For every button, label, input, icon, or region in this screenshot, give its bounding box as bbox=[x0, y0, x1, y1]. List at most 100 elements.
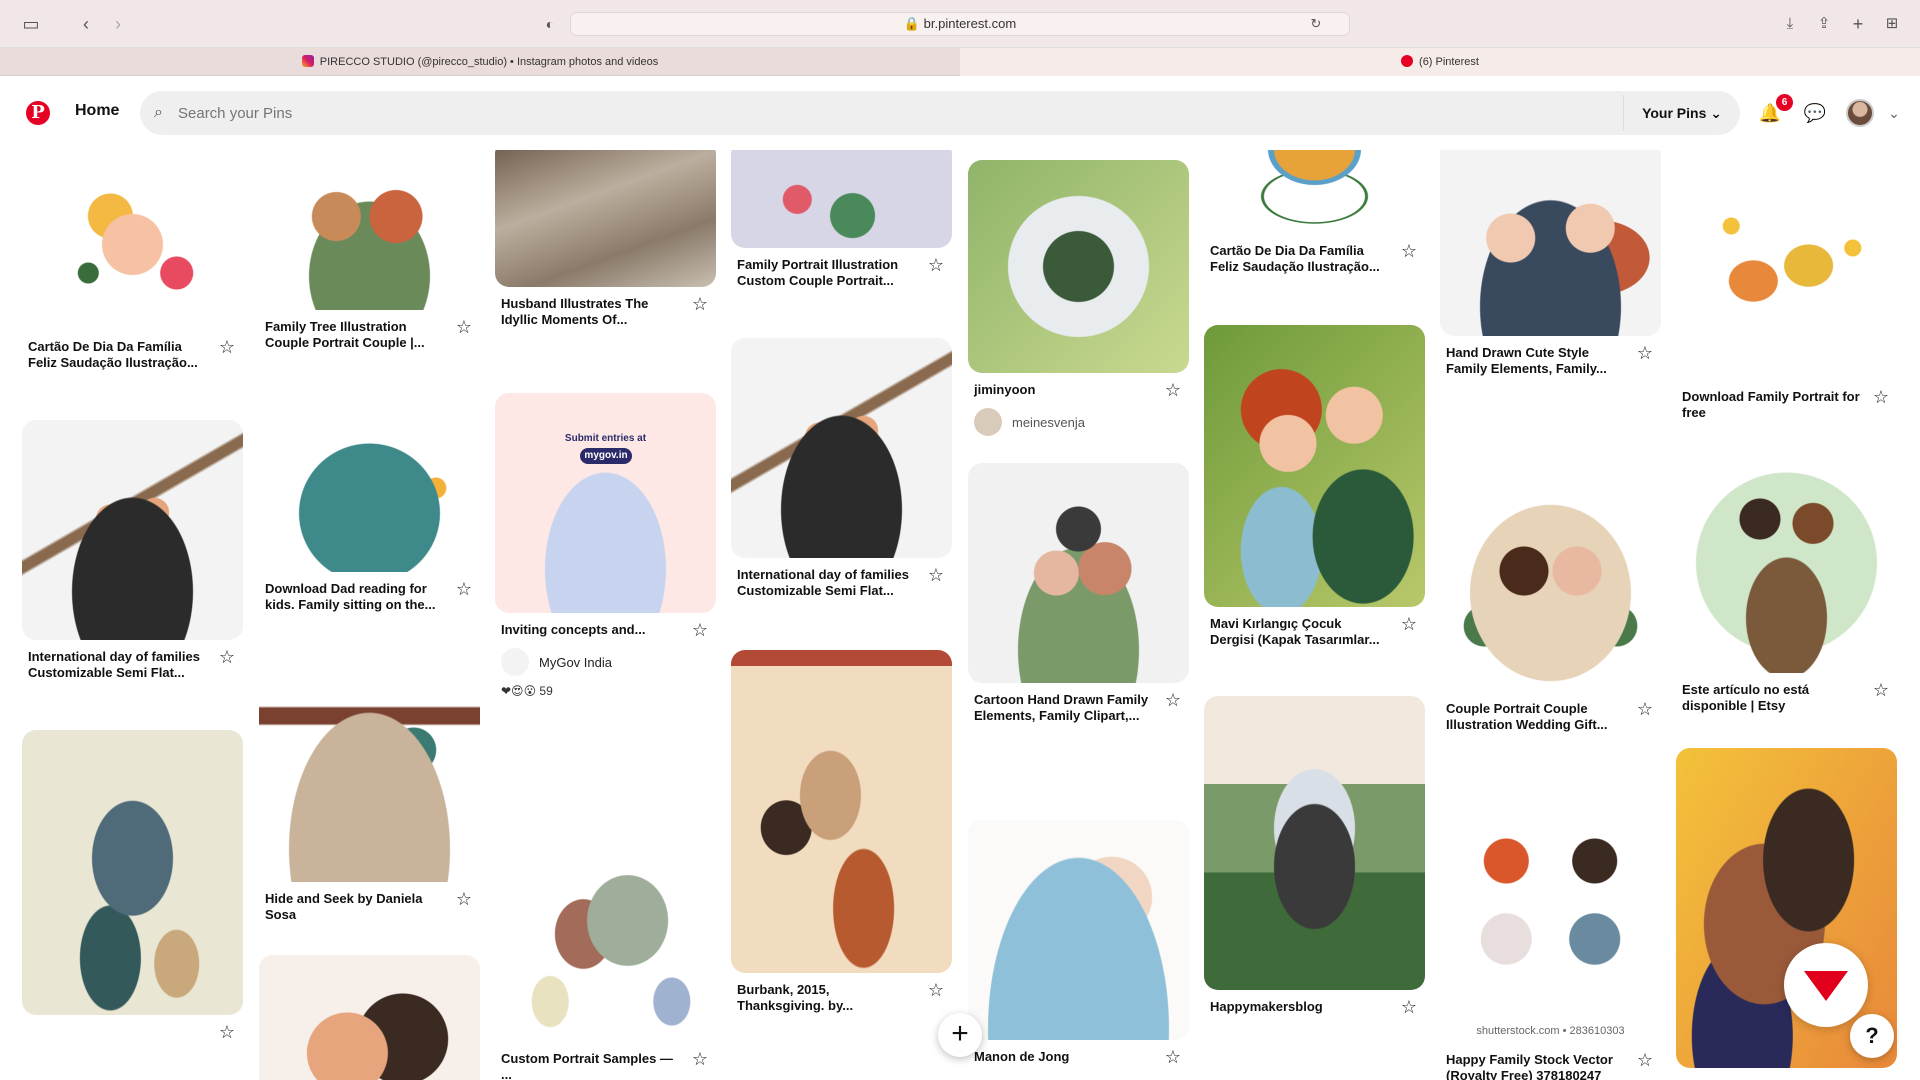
pin-title: International day of families Customizab… bbox=[737, 567, 909, 598]
address-bar[interactable]: 🔒 br.pinterest.com bbox=[570, 12, 1350, 36]
pin-image[interactable] bbox=[968, 820, 1189, 1040]
star-icon[interactable]: ☆ bbox=[928, 256, 944, 274]
pin-card[interactable] bbox=[259, 955, 480, 1080]
pin-image[interactable] bbox=[495, 150, 716, 287]
pin-image[interactable]: shutterstock.com • 283610303 bbox=[1440, 783, 1661, 1043]
pin-image[interactable] bbox=[968, 463, 1189, 683]
star-icon[interactable]: ☆ bbox=[1401, 242, 1417, 260]
pin-image[interactable] bbox=[22, 420, 243, 640]
pin-image[interactable] bbox=[1440, 150, 1661, 336]
pin-card[interactable]: Happymakersblog ☆ bbox=[1204, 696, 1425, 1016]
star-icon[interactable]: ☆ bbox=[1873, 681, 1889, 699]
pin-card[interactable]: Submit entries at mygov.in Inviting conc… bbox=[495, 393, 716, 698]
pin-image[interactable] bbox=[259, 955, 480, 1080]
pin-card[interactable]: Couple Portrait Couple Illustration Wedd… bbox=[1440, 472, 1661, 733]
pin-card[interactable]: International day of families Customizab… bbox=[22, 420, 243, 681]
pin-card[interactable]: Download Dad reading for kids. Family si… bbox=[259, 404, 480, 613]
pin-image[interactable] bbox=[259, 662, 480, 882]
tab-pinterest[interactable]: (6) Pinterest bbox=[960, 48, 1920, 76]
pin-card[interactable]: Mavi Kırlangıç Çocuk Dergisi (Kapak Tasa… bbox=[1204, 325, 1425, 648]
star-icon[interactable]: ☆ bbox=[1165, 691, 1181, 709]
pin-image[interactable] bbox=[731, 650, 952, 973]
star-icon[interactable]: ☆ bbox=[219, 648, 235, 666]
pin-source[interactable]: meinesvenja bbox=[974, 408, 1153, 436]
avatar[interactable] bbox=[1846, 99, 1874, 127]
pin-card[interactable]: Burbank, 2015, Thanksgiving. by... ☆ bbox=[731, 650, 952, 1014]
pin-image[interactable] bbox=[1676, 160, 1897, 380]
shield-icon[interactable]: ◐ bbox=[540, 12, 560, 36]
pin-card[interactable]: Este artículo no está disponible | Etsy ☆ bbox=[1676, 453, 1897, 714]
star-icon[interactable]: ☆ bbox=[1637, 700, 1653, 718]
star-icon[interactable]: ☆ bbox=[219, 1023, 235, 1041]
pin-image[interactable] bbox=[1204, 325, 1425, 607]
pin-image[interactable] bbox=[259, 404, 480, 572]
download-icon[interactable]: ⤓ bbox=[1780, 12, 1800, 36]
search-bar[interactable]: ⌕ Your Pins ⌄ bbox=[140, 91, 1740, 135]
pin-image[interactable] bbox=[731, 150, 952, 248]
pin-image[interactable] bbox=[495, 772, 716, 1042]
star-icon[interactable]: ☆ bbox=[1165, 381, 1181, 399]
pinterest-logo[interactable]: P bbox=[26, 101, 50, 125]
star-icon[interactable]: ☆ bbox=[456, 580, 472, 598]
star-icon[interactable]: ☆ bbox=[1165, 1048, 1181, 1066]
pin-card[interactable]: Hand Drawn Cute Style Family Elements, F… bbox=[1440, 150, 1661, 377]
pinterest-icon bbox=[1401, 55, 1414, 67]
pin-image[interactable] bbox=[1676, 453, 1897, 673]
star-icon[interactable]: ☆ bbox=[1401, 998, 1417, 1016]
sidebar-toggle-icon[interactable]: ▭ bbox=[18, 12, 44, 36]
pin-image[interactable] bbox=[22, 730, 243, 1015]
pin-card[interactable]: Download Family Portrait for free ☆ bbox=[1676, 160, 1897, 421]
source-avatar bbox=[501, 648, 529, 676]
pin-card[interactable]: Hide and Seek by Daniela Sosa ☆ bbox=[259, 662, 480, 923]
home-link[interactable]: Home bbox=[75, 102, 119, 120]
star-icon[interactable]: ☆ bbox=[456, 318, 472, 336]
search-input[interactable] bbox=[178, 91, 1598, 135]
overlay-logo-button[interactable] bbox=[1784, 943, 1868, 1027]
pin-source[interactable]: MyGov India bbox=[501, 648, 680, 676]
star-icon[interactable]: ☆ bbox=[219, 338, 235, 356]
pin-card[interactable]: International day of families Customizab… bbox=[731, 338, 952, 599]
back-icon[interactable]: ‹ bbox=[76, 12, 96, 36]
new-tab-icon[interactable]: + bbox=[1848, 12, 1868, 36]
help-button[interactable]: ? bbox=[1850, 1014, 1894, 1058]
tab-instagram[interactable]: PIRECCO STUDIO (@pirecco_studio) • Insta… bbox=[0, 48, 960, 76]
pin-card[interactable]: Manon de Jong ☆ bbox=[968, 820, 1189, 1066]
star-icon[interactable]: ☆ bbox=[456, 890, 472, 908]
pin-card[interactable]: Husband Illustrates The Idyllic Moments … bbox=[495, 150, 716, 328]
pin-card[interactable]: Family Portrait Illustration Custom Coup… bbox=[731, 150, 952, 289]
pin-image[interactable] bbox=[1440, 472, 1661, 692]
pin-card[interactable]: Family Tree Illustration Couple Portrait… bbox=[259, 150, 480, 351]
pin-image[interactable] bbox=[1204, 150, 1425, 234]
account-chevron-icon[interactable]: ⌄ bbox=[1882, 101, 1906, 125]
pin-card[interactable]: ☆ bbox=[22, 730, 243, 1041]
pin-image[interactable] bbox=[1204, 696, 1425, 990]
star-icon[interactable]: ☆ bbox=[928, 981, 944, 999]
pin-image[interactable] bbox=[22, 150, 243, 330]
star-icon[interactable]: ☆ bbox=[928, 566, 944, 584]
star-icon[interactable]: ☆ bbox=[1873, 388, 1889, 406]
star-icon[interactable]: ☆ bbox=[692, 295, 708, 313]
pin-card[interactable]: shutterstock.com • 283610303 Happy Famil… bbox=[1440, 783, 1661, 1080]
pin-image[interactable] bbox=[731, 338, 952, 558]
pin-image[interactable] bbox=[259, 150, 480, 310]
messages-icon[interactable]: 💬 bbox=[1803, 101, 1827, 125]
reload-icon[interactable]: ↻ bbox=[1306, 12, 1326, 36]
pin-card[interactable]: Cartoon Hand Drawn Family Elements, Fami… bbox=[968, 463, 1189, 724]
star-icon[interactable]: ☆ bbox=[692, 1050, 708, 1068]
pin-title: Happymakersblog bbox=[1210, 999, 1323, 1014]
star-icon[interactable]: ☆ bbox=[1637, 344, 1653, 362]
share-icon[interactable]: ⇪ bbox=[1814, 12, 1834, 36]
star-icon[interactable]: ☆ bbox=[1637, 1051, 1653, 1069]
star-icon[interactable]: ☆ bbox=[1401, 615, 1417, 633]
your-pins-dropdown[interactable]: Your Pins ⌄ bbox=[1623, 95, 1740, 131]
pin-image[interactable]: Submit entries at mygov.in bbox=[495, 393, 716, 613]
tab-overview-icon[interactable]: ⊞ bbox=[1882, 12, 1902, 36]
pin-card[interactable]: Cartão De Dia Da Família Feliz Saudação … bbox=[1204, 150, 1425, 275]
star-icon[interactable]: ☆ bbox=[692, 621, 708, 639]
pin-image[interactable] bbox=[968, 160, 1189, 373]
pin-card[interactable]: Cartão De Dia Da Família Feliz Saudação … bbox=[22, 150, 243, 371]
forward-icon[interactable]: › bbox=[108, 12, 128, 36]
add-pin-button[interactable]: + bbox=[938, 1013, 982, 1057]
pin-card[interactable]: jiminyoon ☆ meinesvenja bbox=[968, 160, 1189, 436]
pin-card[interactable]: Custom Portrait Samples — ... ☆ bbox=[495, 772, 716, 1080]
